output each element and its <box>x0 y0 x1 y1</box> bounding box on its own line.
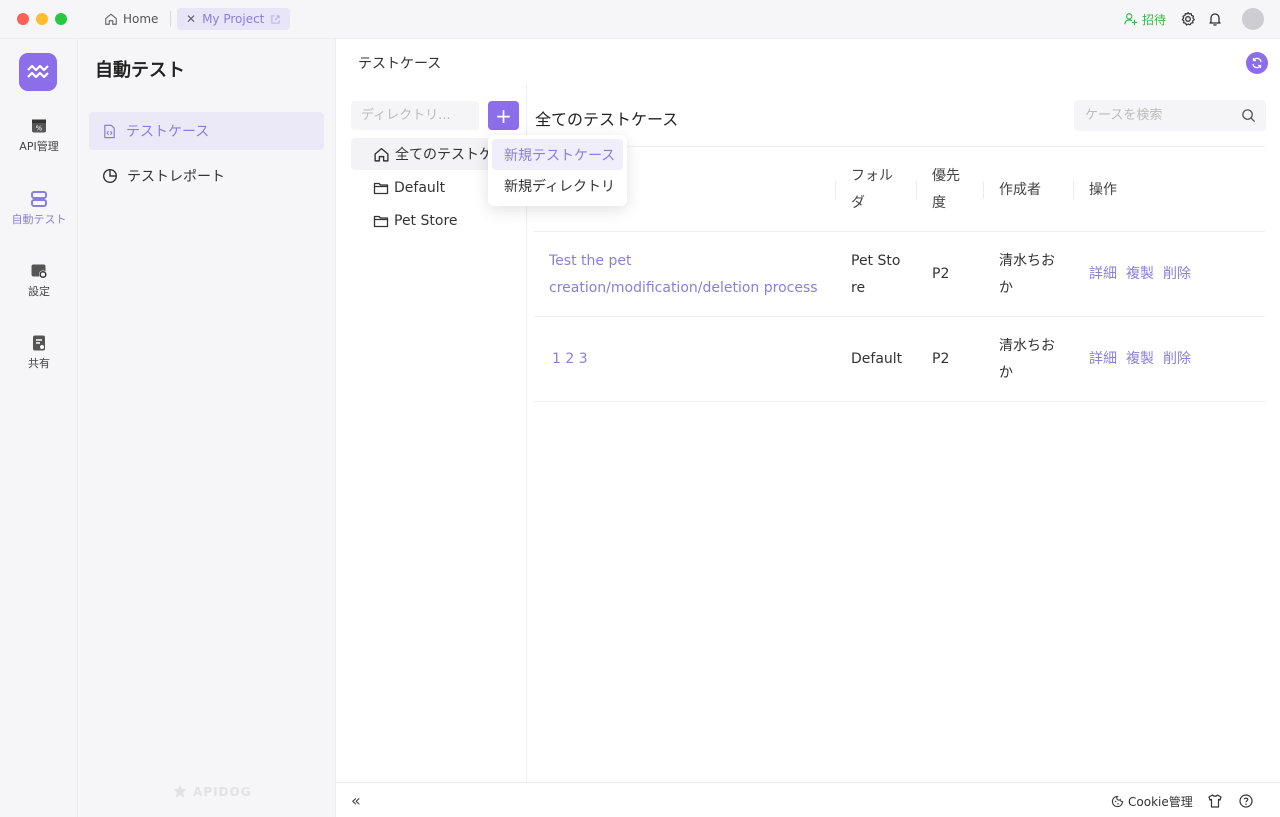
add-button[interactable]: + <box>488 101 519 130</box>
case-search-input[interactable] <box>1074 100 1234 131</box>
nav-label: 自動テスト <box>11 213 67 226</box>
case-creator: 清水ちおか <box>999 337 1055 381</box>
help-icon[interactable] <box>1238 793 1254 809</box>
case-actions: 詳細 複製 削除 <box>1089 317 1259 402</box>
apidog-watermark: APIDOG <box>171 783 252 801</box>
cookie-label: Cookie管理 <box>1128 795 1193 809</box>
menu-item-new-directory[interactable]: 新規ディレクトリ <box>492 170 623 201</box>
tab-project-label: My Project <box>202 12 265 26</box>
nav-item-api[interactable]: % API管理 <box>0 117 78 154</box>
table-row: Test the pet creation/modification/delet… <box>534 232 1265 317</box>
tab-home-label: Home <box>123 12 159 26</box>
close-tab-icon[interactable]: ✕ <box>186 12 196 26</box>
add-dropdown-menu: 新規テストケース 新規ディレクトリ <box>488 135 627 206</box>
gear-icon[interactable] <box>1180 11 1196 27</box>
avatar[interactable] <box>1242 8 1264 30</box>
nav-item-settings[interactable]: 設定 <box>0 262 78 299</box>
search-icon[interactable] <box>1241 108 1256 123</box>
case-name-link[interactable]: 1 2 3 <box>549 317 824 402</box>
column-creator: 作成者 <box>999 181 1041 198</box>
code-file-icon <box>104 124 115 138</box>
nav-label: 共有 <box>28 357 50 370</box>
tab-divider <box>170 11 171 27</box>
svg-text:%: % <box>36 125 43 133</box>
refresh-icon <box>1252 57 1262 69</box>
external-link-icon[interactable] <box>270 14 281 25</box>
tab-home[interactable]: Home <box>96 8 166 30</box>
sidebar-item-test-reports[interactable]: テストレポート <box>89 157 324 195</box>
wave-logo-icon <box>27 64 49 79</box>
app-logo[interactable] <box>19 53 57 91</box>
column-priority: 優先度 <box>932 168 960 211</box>
api-icon: % <box>32 119 46 133</box>
column-divider <box>835 181 836 199</box>
tree-item-label: Pet Store <box>394 213 458 229</box>
case-actions: 詳細 複製 削除 <box>1089 232 1259 317</box>
table-row: 1 2 3 Default P2 清水ちおか 詳細 複製 削除 <box>534 317 1265 402</box>
shirt-icon[interactable] <box>1207 793 1223 809</box>
icon-nav: % API管理 自動テスト 設定 共有 <box>0 39 78 817</box>
cookie-icon <box>1111 795 1124 808</box>
case-creator: 清水ちおか <box>999 252 1055 296</box>
delete-link[interactable]: 削除 <box>1163 261 1191 288</box>
detail-link[interactable]: 詳細 <box>1089 346 1117 373</box>
maximize-window-button[interactable] <box>55 13 67 25</box>
case-folder: Default <box>851 351 903 367</box>
table-header: フォルダ 優先度 作成者 操作 <box>534 146 1265 232</box>
case-folder: Pet Store <box>851 252 901 296</box>
folder-icon <box>373 182 389 195</box>
nav-item-auto-test[interactable]: 自動テスト <box>0 190 78 227</box>
column-divider <box>983 181 984 199</box>
case-priority: P2 <box>932 351 950 367</box>
settings-icon <box>31 264 47 279</box>
home-icon <box>374 147 389 162</box>
column-divider <box>916 181 917 199</box>
close-window-button[interactable] <box>17 13 29 25</box>
tree-item-pet-store[interactable]: Pet Store <box>351 205 526 237</box>
delete-link[interactable]: 削除 <box>1163 346 1191 373</box>
invite-label: 招待 <box>1142 12 1167 27</box>
apidog-logo-icon <box>173 785 187 798</box>
home-icon <box>105 13 117 25</box>
folder-icon <box>373 215 389 228</box>
directory-search-input[interactable] <box>351 101 479 130</box>
tab-my-project[interactable]: ✕ My Project <box>177 8 291 30</box>
copy-link[interactable]: 複製 <box>1126 346 1154 373</box>
main-header: テストケース <box>336 39 1280 85</box>
stack-icon <box>31 191 47 207</box>
menu-item-new-test-case[interactable]: 新規テストケース <box>492 139 623 170</box>
case-search <box>1074 100 1266 131</box>
sidebar-title: 自動テスト <box>95 60 185 81</box>
main-panel: テストケース + 全てのテストケース Default Pet Store 新規テ… <box>336 39 1280 817</box>
column-folder: フォルダ <box>851 168 893 211</box>
bell-icon[interactable] <box>1207 11 1223 27</box>
cookie-manager-button[interactable]: Cookie管理 <box>1111 793 1193 810</box>
case-name-link[interactable]: Test the pet creation/modification/delet… <box>549 232 824 317</box>
collapse-sidebar-button[interactable]: « <box>351 791 361 810</box>
invite-button[interactable]: 招待 <box>1124 10 1166 28</box>
case-priority: P2 <box>932 266 950 282</box>
nav-item-share[interactable]: 共有 <box>0 334 78 371</box>
copy-link[interactable]: 複製 <box>1126 261 1154 288</box>
column-divider <box>1073 181 1074 199</box>
watermark-label: APIDOG <box>193 785 252 799</box>
detail-link[interactable]: 詳細 <box>1089 261 1117 288</box>
sidebar-item-test-cases[interactable]: テストケース <box>89 112 324 150</box>
module-sidebar: 自動テスト テストケース テストレポート APIDOG <box>78 39 336 817</box>
list-title: 全てのテストケース <box>535 110 679 129</box>
footer-bar: « Cookie管理 <box>336 782 1280 817</box>
add-user-icon <box>1124 13 1138 26</box>
column-actions: 操作 <box>1089 181 1117 198</box>
share-doc-icon <box>33 335 45 351</box>
pie-chart-icon <box>102 168 118 184</box>
title-bar: Home ✕ My Project 招待 <box>0 0 1280 39</box>
sidebar-item-label: テストレポート <box>127 169 225 185</box>
sidebar-item-label: テストケース <box>126 124 210 140</box>
nav-label: 設定 <box>28 285 50 298</box>
page-title: テストケース <box>358 56 442 72</box>
tree-item-label: Default <box>394 180 446 196</box>
nav-label: API管理 <box>19 140 59 153</box>
refresh-button[interactable] <box>1246 52 1268 74</box>
minimize-window-button[interactable] <box>36 13 48 25</box>
